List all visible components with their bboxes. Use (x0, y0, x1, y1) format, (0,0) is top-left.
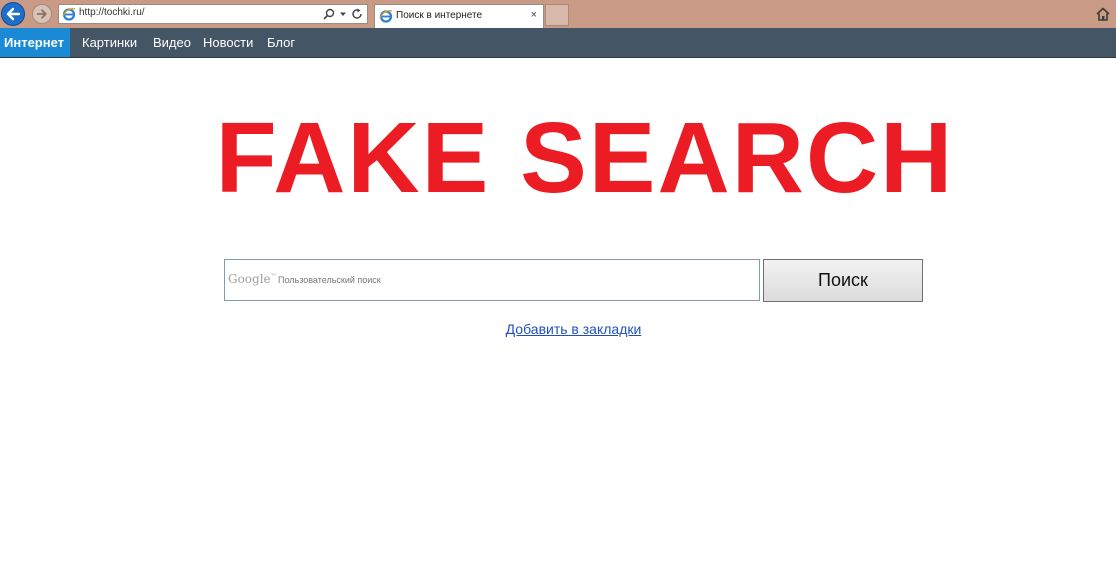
forward-arrow-icon (36, 9, 47, 19)
google-tm: ™ (270, 273, 277, 280)
search-button[interactable]: Поиск (763, 259, 923, 302)
search-placeholder: Пользовательский поиск (278, 275, 381, 285)
back-button[interactable] (1, 2, 25, 26)
fake-search-headline: FAKE SEARCH (215, 102, 955, 214)
chevron-down-icon[interactable] (339, 10, 347, 18)
refresh-icon[interactable] (351, 8, 363, 20)
new-tab-button[interactable] (545, 4, 569, 26)
add-bookmark-link[interactable]: Добавить в закладки (0, 321, 1116, 337)
ie-logo-icon (62, 8, 76, 21)
google-branding: Google™ (228, 272, 277, 286)
address-url[interactable]: http://tochki.ru/ (79, 7, 145, 18)
site-nav-item-internet[interactable]: Интернет (0, 28, 71, 57)
home-icon[interactable] (1095, 6, 1111, 22)
site-nav-item-news[interactable]: Новости (203, 28, 253, 57)
browser-toolbar: http://tochki.ru/ Поиск в интернете × (0, 0, 1116, 28)
google-label: Google (228, 272, 271, 286)
tab-title: Поиск в интернете (396, 10, 483, 21)
ie-logo-icon (379, 10, 393, 23)
tab-close-button[interactable]: × (531, 9, 537, 21)
browser-tab[interactable]: Поиск в интернете × (374, 4, 544, 28)
back-arrow-icon (6, 7, 21, 21)
site-nav-bar: Интернет Картинки Видео Новости Блог (0, 28, 1116, 58)
forward-button[interactable] (32, 4, 52, 24)
address-bar[interactable]: http://tochki.ru/ (58, 4, 368, 24)
search-icon[interactable] (323, 8, 335, 20)
site-nav-item-blog[interactable]: Блог (267, 28, 295, 57)
site-nav-item-video[interactable]: Видео (153, 28, 191, 57)
search-input[interactable]: Google™ Пользовательский поиск (224, 259, 760, 301)
site-nav-item-images[interactable]: Картинки (82, 28, 137, 57)
